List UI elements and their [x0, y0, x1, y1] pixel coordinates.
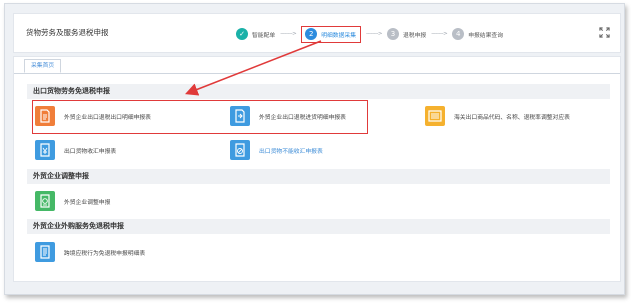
no-forex-receipt-doc-icon	[230, 140, 250, 160]
page-header: 货物劳务及服务退税申报 ✓ 智能配单 --------> 2 明细数据采集 --…	[13, 13, 621, 53]
step-result-query[interactable]: 4 申报结果查询	[452, 25, 503, 43]
item-label: 出口货物收汇申报表	[64, 148, 117, 155]
step-label: 申报结果查询	[468, 32, 503, 39]
step-label: 退税申报	[403, 32, 427, 39]
section-title-outsourced-services: 外贸企业外购服务免退税申报	[27, 219, 610, 234]
step-number-icon: 2	[305, 28, 318, 40]
window-frame: 货物劳务及服务退税申报 ✓ 智能配单 --------> 2 明细数据采集 --…	[4, 3, 625, 295]
item-label: 出口货物不能收汇申报表	[259, 148, 323, 155]
cross-border-doc-icon	[35, 242, 55, 262]
item-forex-receipt[interactable]: 出口货物收汇申报表	[35, 138, 116, 162]
customs-code-table-icon	[425, 106, 445, 126]
step-label: 明细数据采集	[321, 32, 356, 39]
adjustment-doc-icon	[35, 191, 55, 211]
step-arrow: -------->	[366, 31, 383, 37]
step-arrow: -------->	[280, 31, 297, 37]
item-label: 海关出口商品代码、名称、退税率调整对应表	[454, 114, 570, 121]
step-smart-matching[interactable]: ✓ 智能配单	[236, 25, 275, 43]
item-adjustment[interactable]: 外贸企业调整申报	[35, 189, 110, 213]
item-label: 外贸企业调整申报	[64, 199, 111, 206]
fullscreen-icon[interactable]	[599, 27, 610, 38]
progress-steps: ✓ 智能配单 --------> 2 明细数据采集 --------> 3 退税…	[236, 25, 503, 43]
tab-divider	[14, 73, 620, 74]
checkmark-icon: ✓	[236, 28, 248, 40]
item-no-forex-receipt[interactable]: 出口货物不能收汇申报表	[230, 138, 323, 162]
step-number-icon: 4	[452, 28, 465, 40]
forex-receipt-doc-icon	[35, 140, 55, 160]
section-title-export-refund: 出口货物劳务免退税申报	[27, 84, 610, 99]
tab-collection-home[interactable]: 采集首页	[24, 59, 62, 73]
step-refund-declaration[interactable]: 3 退税申报	[387, 25, 426, 43]
item-cross-border[interactable]: 跨境应税行为免退税申报明细表	[35, 240, 145, 264]
highlight-box	[32, 100, 368, 134]
page-title: 货物劳务及服务退税申报	[26, 28, 109, 37]
step-label: 智能配单	[252, 32, 276, 39]
step-number-icon: 3	[387, 28, 399, 40]
step-arrow: -------->	[431, 31, 448, 37]
section-title-adjustment: 外贸企业调整申报	[27, 169, 610, 184]
item-label: 跨境应税行为免退税申报明细表	[64, 250, 146, 257]
step-detail-collection[interactable]: 2 明细数据采集	[301, 25, 361, 43]
item-customs-code-table[interactable]: 海关出口商品代码、名称、退税率调整对应表	[425, 104, 570, 128]
